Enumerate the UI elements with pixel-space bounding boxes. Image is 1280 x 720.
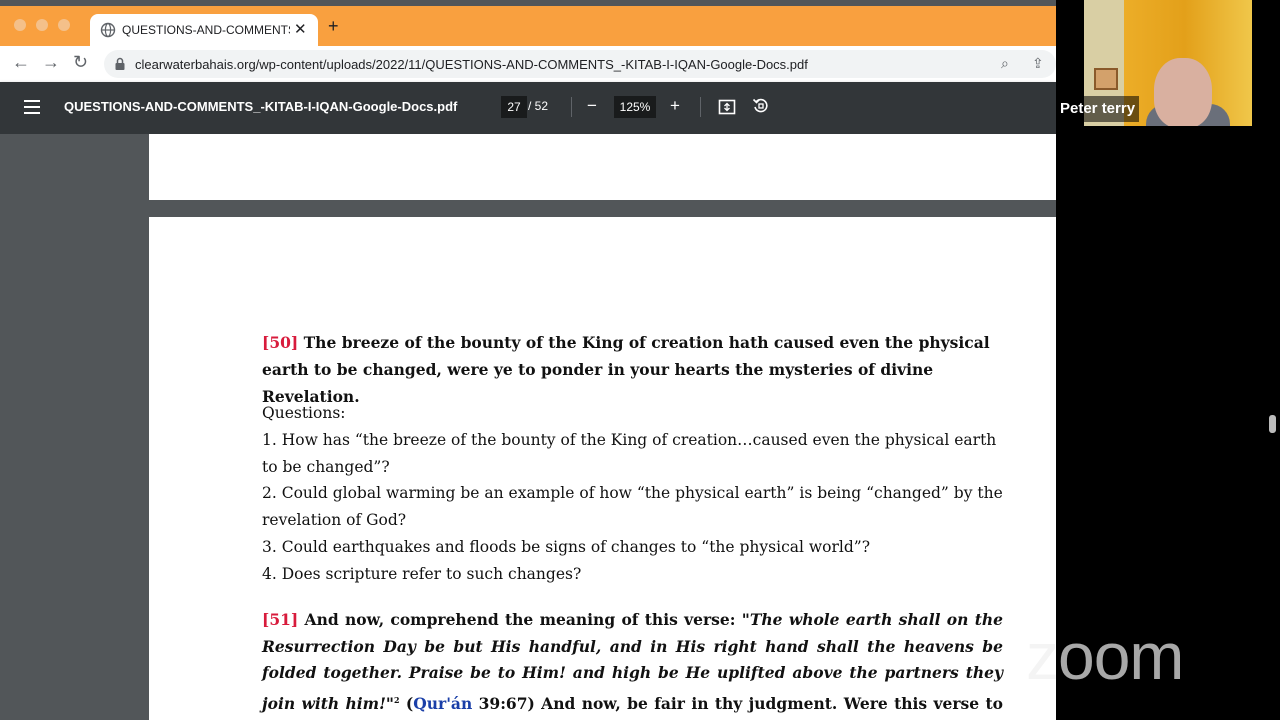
- paragraph-number: [51]: [262, 610, 299, 629]
- quran-reference-link[interactable]: Qur'án: [413, 694, 472, 713]
- toolbar-divider: [700, 97, 701, 117]
- back-icon[interactable]: ←: [12, 52, 30, 73]
- question-item: 3. Could earthquakes and floods be signs…: [262, 537, 871, 556]
- globe-icon: [100, 22, 116, 38]
- question-item: 1. How has “the breeze of the bounty of …: [262, 430, 997, 476]
- tab-title: QUESTIONS-AND-COMMENTS_-KITAB-I-IQAN-Goo…: [122, 23, 290, 37]
- address-bar: ← → ↻ clearwaterbahais.org/wp-content/up…: [0, 46, 1056, 82]
- question-item: 4. Does scripture refer to such changes?: [262, 564, 582, 583]
- close-icon[interactable]: ✕: [294, 20, 307, 38]
- tab-strip: QUESTIONS-AND-COMMENTS_-KITAB-I-IQAN-Goo…: [0, 6, 1056, 46]
- share-icon[interactable]: ⇪: [1032, 55, 1044, 72]
- paragraph-51: [51] And now, comprehend the meaning of …: [262, 607, 1003, 720]
- questions-block: Questions: 1. How has “the breeze of the…: [262, 400, 1003, 588]
- zoom-logo: zoom: [1026, 619, 1184, 693]
- active-tab[interactable]: QUESTIONS-AND-COMMENTS_-KITAB-I-IQAN-Goo…: [90, 14, 318, 46]
- url-input[interactable]: clearwaterbahais.org/wp-content/uploads/…: [104, 50, 1056, 78]
- paragraph-text: The breeze of the bounty of the King of …: [262, 333, 990, 406]
- new-tab-button[interactable]: +: [328, 16, 339, 37]
- scrollbar-thumb[interactable]: [1269, 415, 1276, 433]
- zoom-out-button[interactable]: −: [587, 96, 597, 116]
- window-maximize-dot[interactable]: [58, 19, 70, 31]
- footnote-marker[interactable]: 2: [394, 695, 400, 705]
- rotate-icon[interactable]: [752, 97, 770, 115]
- window-close-dot[interactable]: [14, 19, 26, 31]
- question-item: 2. Could global warming be an example of…: [262, 484, 1003, 530]
- fit-page-icon[interactable]: [718, 98, 736, 116]
- participant-name: Peter terry: [1056, 96, 1140, 122]
- paragraph-intro: And now, comprehend the meaning of this …: [298, 610, 742, 629]
- wall-picture: [1094, 68, 1118, 90]
- url-text: clearwaterbahais.org/wp-content/uploads/…: [135, 57, 808, 72]
- document-title: QUESTIONS-AND-COMMENTS_-KITAB-I-IQAN-Goo…: [64, 99, 458, 114]
- menu-icon[interactable]: [24, 100, 40, 114]
- browser-window: QUESTIONS-AND-COMMENTS_-KITAB-I-IQAN-Goo…: [0, 0, 1056, 720]
- paragraph-50: [50] The breeze of the bounty of the Kin…: [262, 329, 1003, 410]
- reload-icon[interactable]: ↻: [73, 52, 88, 73]
- pdf-viewer[interactable]: [50] The breeze of the bounty of the Kin…: [0, 134, 1056, 720]
- pdf-page: [50] The breeze of the bounty of the Kin…: [149, 217, 1056, 720]
- questions-heading: Questions:: [262, 404, 346, 422]
- participant-head: [1154, 58, 1212, 126]
- previous-page: [149, 134, 1056, 200]
- pdf-toolbar: QUESTIONS-AND-COMMENTS_-KITAB-I-IQAN-Goo…: [0, 82, 1056, 134]
- window-minimize-dot[interactable]: [36, 19, 48, 31]
- page-number-input[interactable]: 27: [501, 96, 527, 118]
- zoom-in-button[interactable]: +: [670, 96, 680, 116]
- paragraph-number: [50]: [262, 333, 299, 352]
- forward-icon[interactable]: →: [42, 52, 60, 73]
- magnifier-icon[interactable]: ⌕: [1001, 55, 1009, 72]
- toolbar-divider: [571, 97, 572, 117]
- page-total: / 52: [528, 99, 549, 113]
- zoom-level-input[interactable]: 125%: [614, 96, 656, 118]
- lock-icon: [115, 57, 125, 70]
